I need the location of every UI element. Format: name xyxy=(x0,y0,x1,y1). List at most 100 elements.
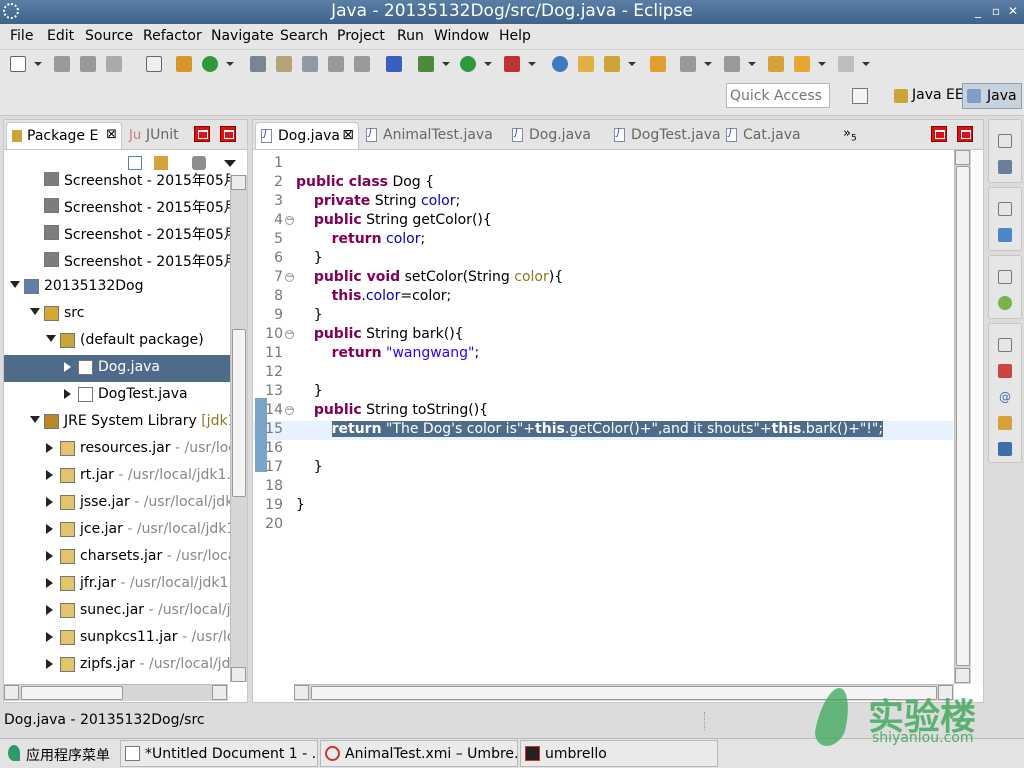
save-all-icon[interactable] xyxy=(80,56,96,72)
close-button[interactable]: ✕ xyxy=(1005,3,1021,19)
menu-search[interactable]: Search xyxy=(280,28,328,44)
tree-item[interactable]: Dog.java xyxy=(4,355,230,382)
tree-horizontal-scrollbar[interactable] xyxy=(4,684,228,701)
view-menu-dots-icon[interactable] xyxy=(192,156,206,170)
save-icon[interactable] xyxy=(54,56,70,72)
tree-item[interactable]: sunpkcs11.jar - /usr/loca xyxy=(4,625,230,652)
minimize-button[interactable]: _ xyxy=(970,3,986,19)
menu-project[interactable]: Project xyxy=(337,28,385,44)
close-tab-icon[interactable]: ⊠ xyxy=(342,127,354,143)
back-dropdown-icon[interactable] xyxy=(818,60,826,68)
pin-icon[interactable] xyxy=(386,56,402,72)
taskbar-item-umbrello[interactable]: umbrello xyxy=(520,740,718,767)
open-perspective-icon[interactable] xyxy=(852,88,868,104)
collapsed-chevron-icon[interactable] xyxy=(46,443,53,453)
tree-item[interactable]: 20135132Dog xyxy=(4,274,230,301)
scroll-right-icon[interactable] xyxy=(212,685,227,700)
tree-item[interactable]: jce.jar - /usr/local/jdk1.7 xyxy=(4,517,230,544)
maximize-view-icon[interactable] xyxy=(220,126,236,142)
code-line[interactable]: 5 return color; xyxy=(253,231,953,250)
expanded-chevron-icon[interactable] xyxy=(10,281,20,288)
menu-run[interactable]: Run xyxy=(397,28,424,44)
code-line[interactable]: 7− public void setColor(String color){ xyxy=(253,269,953,288)
tree-item[interactable]: Screenshot - 2015年05月0 xyxy=(4,220,230,247)
refresh-icon[interactable] xyxy=(202,56,218,72)
task-list-icon[interactable] xyxy=(998,160,1012,174)
code-line[interactable]: 14− public String toString(){ xyxy=(253,402,953,421)
expanded-chevron-icon[interactable] xyxy=(30,308,40,315)
collapsed-chevron-icon[interactable] xyxy=(46,524,53,534)
open-task-icon[interactable] xyxy=(650,56,666,72)
close-tab-icon[interactable]: ⊠ xyxy=(106,127,117,142)
brush-icon[interactable] xyxy=(276,56,292,72)
run-icon[interactable] xyxy=(460,56,476,72)
forward-dropdown-icon[interactable] xyxy=(862,60,870,68)
code-line[interactable]: 15 return "The Dog's color is"+this.getC… xyxy=(253,421,953,440)
paragraph-icon[interactable] xyxy=(354,56,370,72)
last-edit-icon[interactable] xyxy=(768,56,784,72)
wand-icon[interactable] xyxy=(604,56,620,72)
perspective-java-ee[interactable]: Java EE xyxy=(888,83,968,109)
editor-minimize-icon[interactable] xyxy=(931,126,947,142)
code-line[interactable]: 12 xyxy=(253,364,953,383)
tree-item[interactable]: Screenshot - 2015年05月0 xyxy=(4,172,230,193)
collapsed-chevron-icon[interactable] xyxy=(64,389,71,399)
link-editor-icon[interactable] xyxy=(154,156,168,170)
code-line[interactable]: 3 private String color; xyxy=(253,193,953,212)
collapsed-chevron-icon[interactable] xyxy=(46,551,53,561)
code-line[interactable]: 9 } xyxy=(253,307,953,326)
maximize-button[interactable]: ▫ xyxy=(988,3,1004,19)
code-line[interactable]: 13 } xyxy=(253,383,953,402)
editor-vertical-scrollbar[interactable] xyxy=(954,150,971,684)
menu-file[interactable]: File xyxy=(10,28,33,44)
wand-dropdown-icon[interactable] xyxy=(628,60,636,68)
minimize-view-icon[interactable] xyxy=(194,126,210,142)
new-class-icon[interactable] xyxy=(176,56,192,72)
code-line[interactable]: 16 xyxy=(253,440,953,459)
search-tool-icon[interactable] xyxy=(250,56,266,72)
editor-scroll-thumb[interactable] xyxy=(956,166,970,666)
tree-item[interactable]: rt.jar - /usr/local/jdk1.7. xyxy=(4,463,230,490)
collapsed-chevron-icon[interactable] xyxy=(46,632,53,642)
restore-icon[interactable] xyxy=(998,270,1012,284)
print-icon[interactable] xyxy=(106,56,122,72)
menu-refactor[interactable]: Refactor xyxy=(143,28,202,44)
code-line[interactable]: 6 } xyxy=(253,250,953,269)
restore-icon[interactable] xyxy=(998,338,1012,352)
collapsed-chevron-icon[interactable] xyxy=(46,578,53,588)
outline-icon[interactable] xyxy=(998,228,1012,242)
tree-item[interactable]: charsets.jar - /usr/local/ xyxy=(4,544,230,571)
tree-hscroll-thumb[interactable] xyxy=(21,686,123,700)
fold-collapse-icon[interactable]: − xyxy=(285,216,294,225)
prev-annotation-dropdown-icon[interactable] xyxy=(748,60,756,68)
scroll-up-icon[interactable] xyxy=(231,175,246,190)
external-tools-icon[interactable] xyxy=(504,56,520,72)
forward-icon[interactable] xyxy=(838,56,854,72)
menu-edit[interactable]: Edit xyxy=(47,28,74,44)
scroll-left-icon[interactable] xyxy=(4,685,19,700)
back-icon[interactable] xyxy=(794,56,810,72)
tree-item[interactable]: (default package) xyxy=(4,328,230,355)
code-line[interactable]: 8 this.color=color; xyxy=(253,288,953,307)
fold-collapse-icon[interactable]: − xyxy=(285,273,294,282)
taskbar-item-animaltest-xmi[interactable]: AnimalTest.xmi – Umbre... xyxy=(320,740,518,767)
tree-item[interactable]: src xyxy=(4,301,230,328)
spring-leaf-icon[interactable] xyxy=(998,296,1012,310)
collapsed-chevron-icon[interactable] xyxy=(46,497,53,507)
collapse-all-icon[interactable] xyxy=(128,156,142,170)
code-line[interactable]: 1 xyxy=(253,155,953,174)
code-line[interactable]: 17 } xyxy=(253,459,953,478)
declaration-icon[interactable] xyxy=(998,416,1012,430)
tab-junit[interactable]: Ju JUnit xyxy=(126,122,192,149)
tree-item[interactable]: DogTest.java xyxy=(4,382,230,409)
fold-collapse-icon[interactable]: − xyxy=(285,406,294,415)
expanded-chevron-icon[interactable] xyxy=(46,335,56,342)
tree-scroll-thumb[interactable] xyxy=(232,329,246,497)
scroll-down-icon[interactable] xyxy=(231,667,246,682)
javadoc-icon[interactable]: @ xyxy=(998,390,1012,404)
refresh-dropdown-icon[interactable] xyxy=(226,60,234,68)
fold-collapse-icon[interactable]: − xyxy=(285,330,294,339)
view-menu-icon[interactable] xyxy=(224,160,236,167)
problems-icon[interactable] xyxy=(998,364,1012,378)
collapsed-chevron-icon[interactable] xyxy=(64,362,71,372)
